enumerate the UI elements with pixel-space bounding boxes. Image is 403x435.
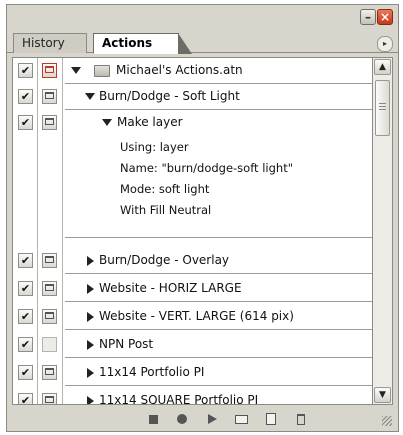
row-divider (65, 329, 372, 330)
dialog-icon (45, 312, 54, 319)
action-step-row[interactable]: ✔ Make layer Using: layer Name: "burn/do… (13, 110, 372, 238)
dialog-toggle[interactable] (42, 115, 57, 130)
action-label: 11x14 SQUARE Portfolio PI (99, 393, 259, 405)
minimize-button[interactable]: – (360, 9, 376, 25)
record-icon[interactable] (174, 411, 190, 427)
action-row[interactable]: ✔ Burn/Dodge - Soft Light (13, 84, 372, 110)
collapsed-triangle-icon[interactable] (87, 284, 94, 294)
dialog-icon (45, 66, 54, 73)
dialog-icon (45, 92, 54, 99)
dialog-toggle[interactable] (42, 393, 57, 404)
toggle-checkbox[interactable]: ✔ (18, 309, 33, 324)
action-row[interactable]: ✔ Website - VERT. LARGE (614 pix) (13, 304, 372, 330)
tab-row: History Actions ▸ (7, 31, 398, 54)
delete-icon[interactable] (293, 411, 309, 427)
dialog-icon (45, 118, 54, 125)
tab-actions[interactable]: Actions (93, 33, 192, 54)
expand-triangle-icon[interactable] (85, 93, 95, 100)
dialog-toggle[interactable] (42, 337, 57, 352)
step-label: Make layer (117, 115, 183, 129)
toggle-checkbox[interactable]: ✔ (18, 393, 33, 404)
toggle-checkbox[interactable]: ✔ (18, 281, 33, 296)
toggle-checkbox[interactable]: ✔ (18, 63, 33, 78)
dialog-toggle[interactable] (42, 309, 57, 324)
action-row[interactable]: ✔ Burn/Dodge - Overlay (13, 248, 372, 274)
action-label: 11x14 Portfolio PI (99, 365, 205, 379)
new-set-icon[interactable] (233, 411, 249, 427)
panel-frame: – × History Actions ▸ ✔ Michael's Action… (6, 4, 399, 432)
step-detail-using: Using: layer (120, 140, 189, 154)
action-row[interactable]: ✔ NPN Post (13, 332, 372, 358)
expand-triangle-icon[interactable] (71, 67, 81, 74)
grip-line (379, 106, 386, 107)
folder-icon (94, 65, 110, 77)
vertical-scrollbar[interactable]: ▲ ▼ (373, 57, 393, 405)
dialog-icon (45, 368, 54, 375)
resize-grip-icon[interactable] (382, 416, 392, 426)
row-divider (65, 237, 372, 238)
action-row[interactable]: ✔ Website - HORIZ LARGE (13, 276, 372, 302)
action-row[interactable]: ✔ 11x14 Portfolio PI (13, 360, 372, 386)
grip-line (379, 109, 386, 110)
toggle-checkbox[interactable]: ✔ (18, 89, 33, 104)
scroll-thumb[interactable] (375, 80, 390, 136)
collapsed-triangle-icon[interactable] (87, 256, 94, 266)
row-divider (65, 357, 372, 358)
toggle-checkbox[interactable]: ✔ (18, 365, 33, 380)
collapsed-triangle-icon[interactable] (87, 368, 94, 378)
collapsed-triangle-icon[interactable] (87, 396, 94, 404)
step-detail-mode: Mode: soft light (120, 182, 210, 196)
step-detail-fill: With Fill Neutral (120, 203, 212, 217)
grip-line (379, 103, 386, 104)
action-set-row[interactable]: ✔ Michael's Actions.atn (13, 58, 372, 84)
dialog-toggle[interactable] (42, 63, 57, 78)
row-divider (65, 301, 372, 302)
toggle-checkbox[interactable]: ✔ (18, 253, 33, 268)
play-icon[interactable] (203, 411, 219, 427)
dialog-toggle[interactable] (42, 365, 57, 380)
toggle-checkbox[interactable]: ✔ (18, 337, 33, 352)
action-set-label: Michael's Actions.atn (116, 63, 243, 77)
scroll-up-button[interactable]: ▲ (374, 59, 391, 75)
actions-list: ✔ Michael's Actions.atn ✔ Burn/Dodge - S… (12, 57, 373, 405)
close-button[interactable]: × (377, 9, 393, 25)
row-divider (65, 273, 372, 274)
toggle-checkbox[interactable]: ✔ (18, 115, 33, 130)
bottom-toolbar (7, 407, 398, 431)
action-label: NPN Post (99, 337, 154, 351)
panel-menu-icon[interactable]: ▸ (377, 36, 393, 52)
dialog-icon (45, 256, 54, 263)
dialog-icon (45, 396, 54, 403)
action-label: Burn/Dodge - Overlay (99, 253, 230, 267)
stop-icon[interactable] (145, 411, 161, 427)
dialog-icon (45, 284, 54, 291)
collapsed-triangle-icon[interactable] (87, 340, 94, 350)
action-row[interactable]: ✔ 11x14 SQUARE Portfolio PI (13, 388, 372, 405)
new-action-icon[interactable] (263, 411, 279, 427)
scroll-down-button[interactable]: ▼ (374, 387, 391, 403)
action-label: Website - HORIZ LARGE (99, 281, 242, 295)
action-label: Website - VERT. LARGE (614 pix) (99, 309, 294, 323)
dialog-toggle[interactable] (42, 253, 57, 268)
dialog-toggle[interactable] (42, 89, 57, 104)
dialog-toggle[interactable] (42, 281, 57, 296)
tab-history[interactable]: History (13, 33, 87, 53)
action-label: Burn/Dodge - Soft Light (99, 89, 240, 103)
expand-triangle-icon[interactable] (102, 119, 112, 126)
collapsed-triangle-icon[interactable] (87, 312, 94, 322)
step-detail-name: Name: "burn/dodge-soft light" (120, 161, 293, 175)
title-bar: – × (7, 5, 398, 31)
row-divider (65, 385, 372, 386)
actions-panel: – × History Actions ▸ ✔ Michael's Action… (0, 0, 403, 435)
